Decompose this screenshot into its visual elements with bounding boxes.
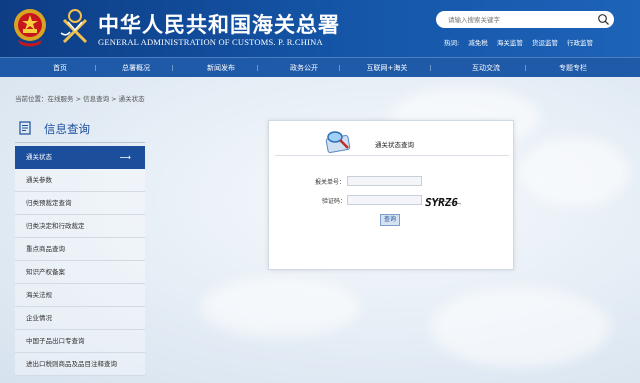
hot-link[interactable]: 货运监管 bbox=[532, 39, 558, 47]
hot-link[interactable]: 行政监管 bbox=[567, 39, 593, 47]
nav-divider bbox=[172, 65, 173, 71]
national-emblem-icon bbox=[14, 9, 46, 47]
document-icon bbox=[19, 121, 31, 135]
declaration-number-label: 报关单号： bbox=[315, 179, 346, 186]
nav-item-news[interactable]: 新闻发布 bbox=[195, 58, 247, 78]
captcha-text: SYRZ6 bbox=[425, 196, 459, 208]
search-input[interactable] bbox=[448, 13, 588, 26]
query-button[interactable]: 查询 bbox=[380, 214, 400, 226]
cloud-decoration bbox=[200, 277, 360, 337]
breadcrumb: 当前位置：在线服务 > 信息查询 > 通关状态 bbox=[15, 95, 145, 103]
site-subtitle: GENERAL ADMINISTRATION OF CUSTOMS. P. R.… bbox=[98, 37, 323, 47]
panel-divider bbox=[275, 155, 509, 156]
sidebar-title: 信息查询 bbox=[44, 122, 90, 136]
sidebar-item-classification-decisions[interactable]: 归类决定和行政裁定 bbox=[15, 215, 145, 238]
site-header: 中华人民共和国海关总署 GENERAL ADMINISTRATION OF CU… bbox=[0, 0, 640, 57]
main-nav: 首页 总署概况 新闻发布 政务公开 互联网+海关 互动交流 专题专栏 bbox=[0, 57, 640, 77]
sidebar-item-customs-regulations[interactable]: 海关法规 bbox=[15, 284, 145, 307]
nav-divider bbox=[95, 65, 96, 71]
sidebar-item-key-goods[interactable]: 重点商品查询 bbox=[15, 238, 145, 261]
query-panel: 通关状态查询 报关单号： 验证码： SYRZ6 查询 bbox=[268, 120, 514, 270]
arrow-right-icon: ⟶ bbox=[119, 153, 131, 162]
nav-divider bbox=[430, 65, 431, 71]
search-icon[interactable] bbox=[597, 13, 610, 26]
sidebar-item-clearance-params[interactable]: 通关参数 bbox=[15, 169, 145, 192]
nav-item-topics[interactable]: 专题专栏 bbox=[545, 58, 601, 78]
sidebar-item-export-query[interactable]: 中国子品出口专查询 bbox=[15, 330, 145, 353]
cloud-decoration bbox=[520, 137, 630, 207]
sidebar-item-tariff-query[interactable]: 进出口税则商品及品目注释查询 bbox=[15, 353, 145, 376]
nav-item-home[interactable]: 首页 bbox=[34, 58, 86, 78]
hot-link[interactable]: 海关监管 bbox=[497, 39, 523, 47]
sidebar-item-enterprise-info[interactable]: 企业情况 bbox=[15, 307, 145, 330]
magnifier-document-icon bbox=[325, 131, 351, 153]
verification-code-label: 验证码： bbox=[322, 198, 347, 205]
hot-links-label: 热词: bbox=[444, 39, 460, 47]
sidebar-header: 信息查询 bbox=[15, 113, 145, 143]
declaration-number-input[interactable] bbox=[347, 176, 422, 186]
nav-divider bbox=[525, 65, 526, 71]
search-box[interactable] bbox=[436, 11, 614, 28]
sidebar-item-pre-classification[interactable]: 归类预裁定查询 bbox=[15, 192, 145, 215]
sidebar-item-clearance-status[interactable]: 通关状态 ⟶ bbox=[15, 146, 145, 169]
sidebar-item-ip-records[interactable]: 知识产权备案 bbox=[15, 261, 145, 284]
sidebar: 信息查询 通关状态 ⟶ 通关参数 归类预裁定查询 归类决定和行政裁定 重点商品查… bbox=[15, 113, 145, 383]
hot-links: 热词: 减免税 海关监管 货运监管 行政监管 bbox=[444, 37, 600, 47]
captcha-image[interactable]: SYRZ6 bbox=[425, 195, 463, 208]
hot-link[interactable]: 减免税 bbox=[468, 39, 488, 47]
panel-title: 通关状态查询 bbox=[375, 141, 414, 149]
verification-code-input[interactable] bbox=[347, 195, 422, 205]
site-title: 中华人民共和国海关总署 bbox=[98, 12, 340, 37]
customs-logo-icon bbox=[60, 9, 88, 44]
nav-item-interaction[interactable]: 互动交流 bbox=[460, 58, 512, 78]
cloud-decoration bbox=[430, 287, 610, 367]
nav-item-public-affairs[interactable]: 政务公开 bbox=[278, 58, 330, 78]
nav-item-internet-customs[interactable]: 互联网+海关 bbox=[352, 58, 422, 78]
nav-divider bbox=[339, 65, 340, 71]
nav-item-overview[interactable]: 总署概况 bbox=[110, 58, 162, 78]
nav-divider bbox=[257, 65, 258, 71]
sidebar-item-label: 通关状态 bbox=[26, 153, 52, 161]
